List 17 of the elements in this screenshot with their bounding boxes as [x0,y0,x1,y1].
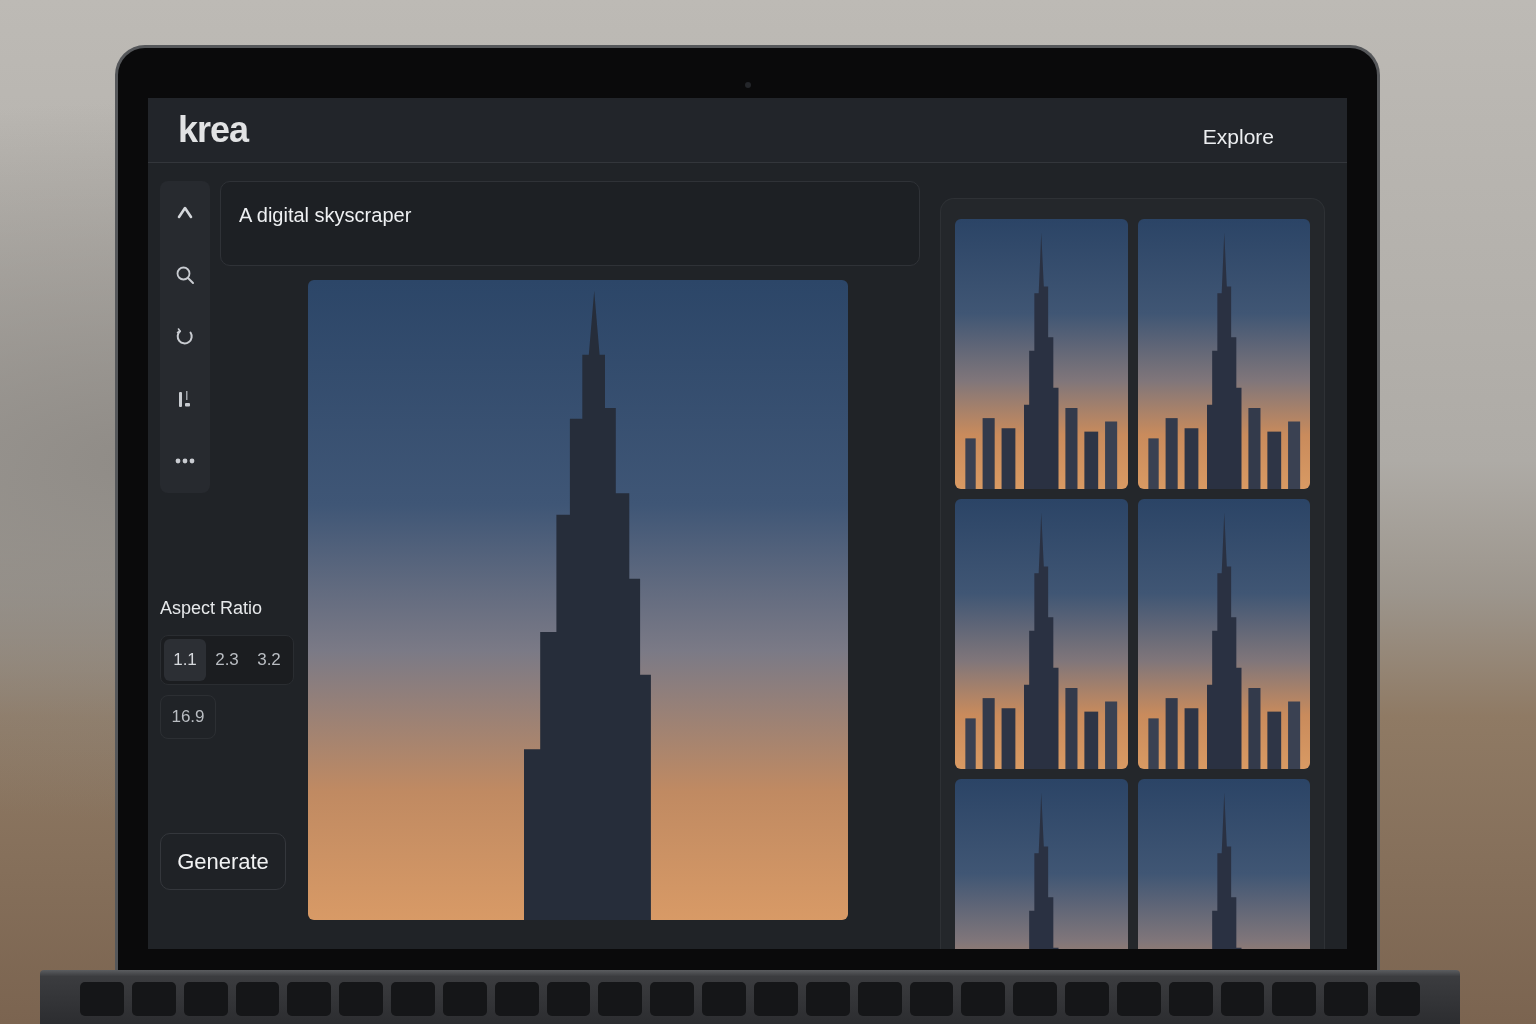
skyscraper-drawing[interactable] [955,499,1128,769]
aspect-ratio-label: Aspect Ratio [160,598,263,619]
webcam-icon [744,82,751,88]
explore-link[interactable]: Explore [1202,125,1274,149]
more-icon[interactable] [175,458,195,464]
skyscraper-drawing[interactable] [1137,499,1310,769]
skyscraper-drawing[interactable] [955,219,1128,489]
aspect-ratio-option[interactable]: 3.2 [248,639,290,681]
skyscraper-drawing[interactable] [1137,219,1310,489]
aspect-ratio-option[interactable]: 16.9 [160,695,216,739]
aspect-ratio-option[interactable]: 1.1 [164,639,206,681]
prompt-field[interactable]: A digital skyscraper [220,181,920,266]
aspect-ratio-option[interactable]: 2.3 [206,639,248,681]
logo[interactable]: krea [178,109,249,151]
search-icon[interactable] [175,265,195,285]
refresh-icon[interactable] [175,327,195,347]
generate-button[interactable]: Generate [160,833,286,890]
